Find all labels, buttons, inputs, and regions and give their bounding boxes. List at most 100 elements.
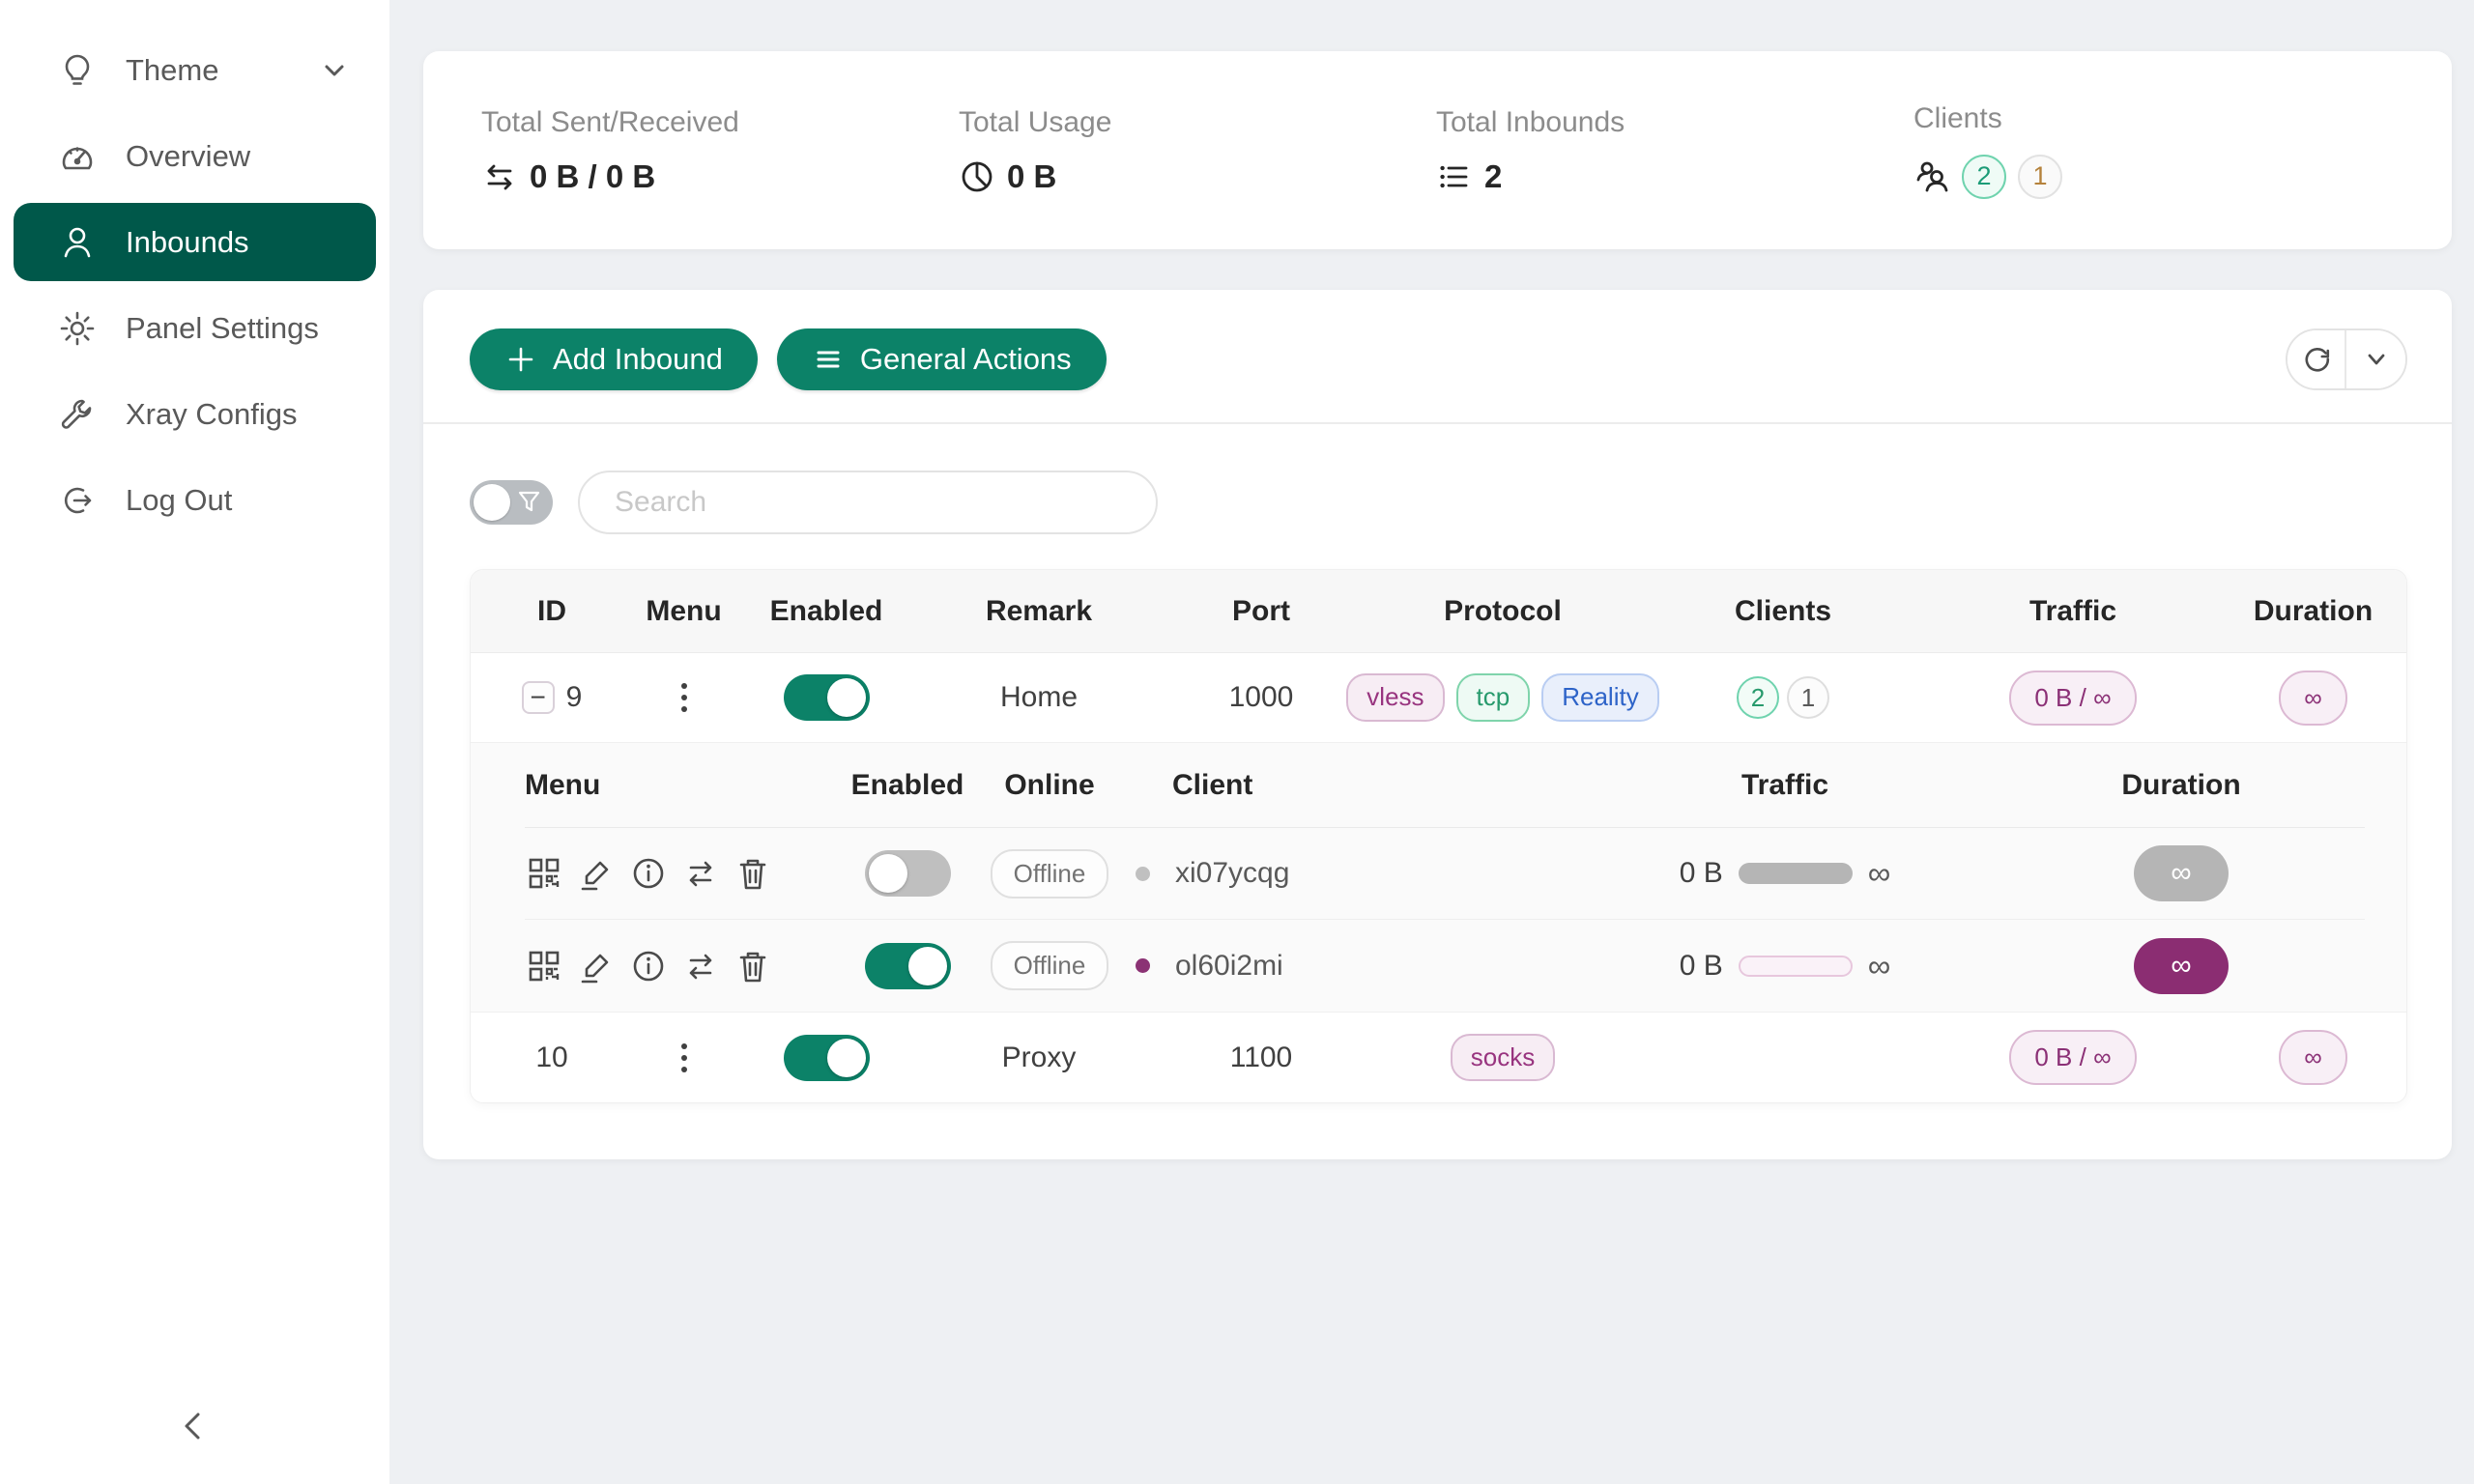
col-remark: Remark xyxy=(918,570,1160,652)
general-actions-button[interactable]: General Actions xyxy=(777,328,1107,390)
col-id: ID xyxy=(471,570,633,652)
funnel-icon xyxy=(516,489,542,515)
row-menu-button[interactable] xyxy=(674,1036,695,1080)
stat-clients: Clients 2 1 xyxy=(1913,102,2391,199)
edit-icon[interactable] xyxy=(577,854,616,893)
table-header: ID Menu Enabled Remark Port Protocol Cli… xyxy=(471,570,2406,653)
client-duration-pill[interactable]: ∞ xyxy=(2134,938,2229,994)
sidebar-item-label: Panel Settings xyxy=(126,311,319,346)
traffic-quota: ∞ xyxy=(1868,948,1891,985)
inbound-id: 10 xyxy=(535,1042,567,1074)
inbound-remark: Proxy xyxy=(1002,1042,1077,1074)
client-name: xi07ycqg xyxy=(1175,857,1289,890)
stat-total-inbounds: Total Inbounds 2 xyxy=(1436,106,1913,195)
sidebar-item-log-out[interactable]: Log Out xyxy=(14,461,376,539)
clients-online-badge: 2 xyxy=(1962,155,2006,199)
stat-label: Total Usage xyxy=(959,106,1436,139)
inbound-remark: Home xyxy=(1000,681,1078,714)
sidebar-item-label: Theme xyxy=(126,53,218,88)
refresh-split-button xyxy=(2286,328,2407,390)
subtable-header: Menu Enabled Online Client Traffic Durat… xyxy=(525,743,2365,828)
plus-icon xyxy=(504,343,537,376)
clients-other-badge: 1 xyxy=(1787,676,1829,719)
online-status-badge: Offline xyxy=(991,849,1109,899)
clients-other-badge: 1 xyxy=(2018,155,2062,199)
inbound-enabled-toggle[interactable] xyxy=(784,1035,870,1081)
refresh-options-button[interactable] xyxy=(2346,330,2405,388)
traffic-quota: ∞ xyxy=(1868,855,1891,892)
client-duration-pill[interactable]: ∞ xyxy=(2134,845,2229,901)
qr-code-icon[interactable] xyxy=(525,854,563,893)
stat-label: Total Inbounds xyxy=(1436,106,1913,139)
stat-label: Clients xyxy=(1913,102,2391,135)
lightbulb-icon xyxy=(58,51,97,90)
sidebar-item-xray-configs[interactable]: Xray Configs xyxy=(14,375,376,453)
col-enabled: Enabled xyxy=(734,570,918,652)
stats-card: Total Sent/Received 0 B / 0 B Total Usag… xyxy=(423,51,2452,249)
col-protocol: Protocol xyxy=(1363,570,1643,652)
sidebar: Theme Overview Inbounds xyxy=(0,0,389,1484)
search-input[interactable] xyxy=(578,471,1158,534)
inbounds-table: ID Menu Enabled Remark Port Protocol Cli… xyxy=(470,569,2407,1103)
logout-icon xyxy=(58,481,97,520)
main-content: Total Sent/Received 0 B / 0 B Total Usag… xyxy=(389,0,2474,1484)
sidebar-item-theme[interactable]: Theme xyxy=(14,31,376,109)
refresh-button[interactable] xyxy=(2287,330,2346,388)
add-inbound-button[interactable]: Add Inbound xyxy=(470,328,758,390)
traffic-progress-bar xyxy=(1739,956,1853,977)
subcol-online: Online xyxy=(971,743,1128,827)
row-menu-button[interactable] xyxy=(674,675,695,720)
inbounds-panel: Add Inbound General Actions xyxy=(423,290,2452,1159)
pie-chart-icon xyxy=(959,158,995,195)
dashboard-icon xyxy=(58,137,97,176)
sidebar-item-panel-settings[interactable]: Panel Settings xyxy=(14,289,376,367)
qr-code-icon[interactable] xyxy=(525,947,563,985)
client-enabled-toggle[interactable] xyxy=(865,943,951,989)
sidebar-item-label: Xray Configs xyxy=(126,397,297,432)
inbound-port: 1000 xyxy=(1229,681,1294,714)
client-name: ol60i2mi xyxy=(1175,950,1283,983)
user-icon xyxy=(58,223,97,262)
client-row-ol60i2mi: Offline ol60i2mi 0 B ∞ ∞ xyxy=(525,920,2365,1012)
edit-icon[interactable] xyxy=(577,947,616,985)
info-icon[interactable] xyxy=(629,947,668,985)
online-status-badge: Offline xyxy=(991,941,1109,990)
traffic-progress-bar xyxy=(1739,863,1853,884)
stat-label: Total Sent/Received xyxy=(481,106,959,139)
wrench-icon xyxy=(58,395,97,434)
subcol-client: Client xyxy=(1128,743,1563,827)
gear-icon xyxy=(58,309,97,348)
stat-value: 2 xyxy=(1484,158,1502,195)
table-row-inbound-9: − 9 Home 1000 vless tcp Reality 2 xyxy=(471,653,2406,743)
stat-total-sent-received: Total Sent/Received 0 B / 0 B xyxy=(481,106,959,195)
filter-toggle[interactable] xyxy=(470,480,553,525)
inbound-id: 9 xyxy=(566,681,583,714)
info-icon[interactable] xyxy=(629,854,668,893)
protocol-tag: Reality xyxy=(1541,673,1658,721)
list-icon xyxy=(1436,158,1473,195)
collapse-row-button[interactable]: − xyxy=(522,681,555,714)
delete-icon[interactable] xyxy=(734,854,772,893)
sidebar-item-overview[interactable]: Overview xyxy=(14,117,376,195)
subcol-menu: Menu xyxy=(525,743,844,827)
reset-traffic-icon[interactable] xyxy=(681,854,720,893)
sidebar-item-inbounds[interactable]: Inbounds xyxy=(14,203,376,281)
col-clients: Clients xyxy=(1643,570,1923,652)
duration-pill: ∞ xyxy=(2279,671,2347,726)
client-traffic-value: 0 B xyxy=(1680,857,1723,890)
table-row-inbound-10: 10 Proxy 1100 socks 0 B / ∞ ∞ xyxy=(471,1013,2406,1102)
delete-icon[interactable] xyxy=(734,947,772,985)
client-enabled-toggle[interactable] xyxy=(865,850,951,897)
client-status-dot xyxy=(1136,958,1150,973)
client-traffic-value: 0 B xyxy=(1680,950,1723,983)
sidebar-item-label: Inbounds xyxy=(126,225,249,260)
col-traffic: Traffic xyxy=(1923,570,2223,652)
client-row-xi07ycqg: Offline xi07ycqg 0 B ∞ ∞ xyxy=(525,828,2365,920)
general-actions-label: General Actions xyxy=(860,342,1072,377)
toggle-knob xyxy=(474,484,510,521)
search-row xyxy=(423,424,2452,569)
sidebar-collapse-button[interactable] xyxy=(162,1395,224,1457)
inbound-enabled-toggle[interactable] xyxy=(784,674,870,721)
subcol-enabled: Enabled xyxy=(844,743,971,827)
reset-traffic-icon[interactable] xyxy=(681,947,720,985)
